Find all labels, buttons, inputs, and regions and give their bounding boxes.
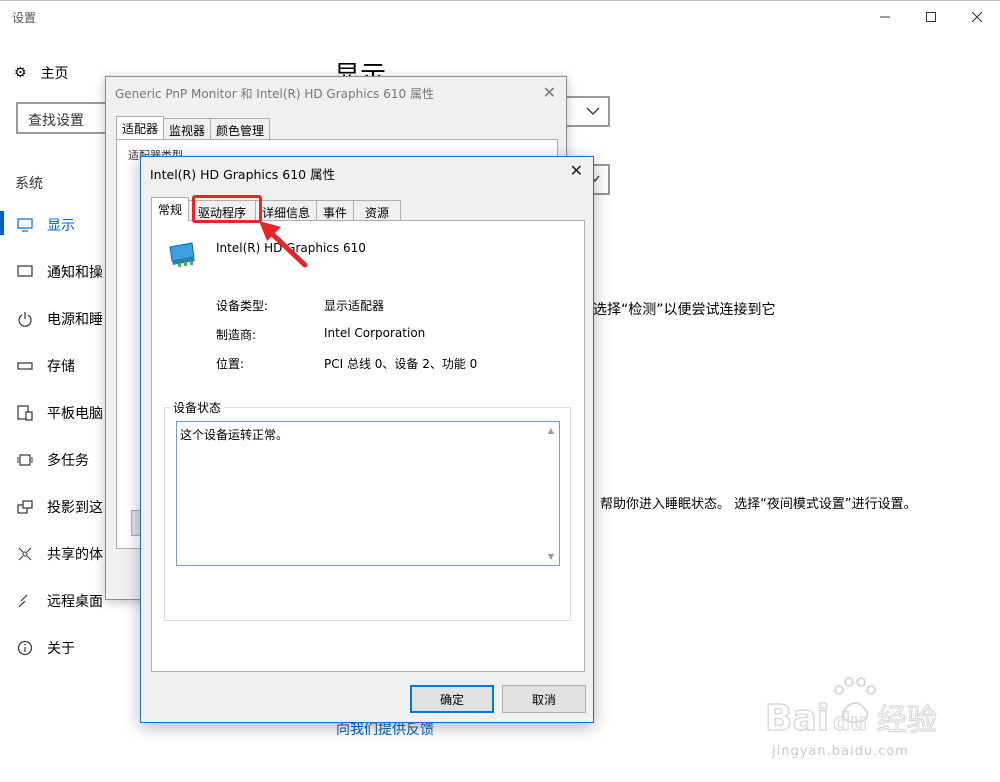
device-status-label: 设备状态 (170, 399, 225, 416)
sidebar-item-share[interactable]: 共享的体 (0, 530, 120, 577)
tablet-icon (15, 403, 35, 423)
sidebar-item-about[interactable]: 关于 (0, 624, 120, 671)
section-label: 系统 (15, 176, 43, 192)
notification-icon (15, 262, 35, 282)
multitask-icon (15, 450, 35, 470)
display-dropdown[interactable] (560, 96, 610, 127)
dialog-title: Generic PnP Monitor 和 Intel(R) HD Graphi… (115, 87, 434, 101)
prop-label-manufacturer: 制造商: (216, 328, 257, 342)
sidebar-item-project[interactable]: 投影到这 (0, 483, 120, 530)
prop-value-location: PCI 总线 0、设备 2、功能 0 (324, 357, 478, 371)
tab-adapter[interactable]: 适配器 (116, 116, 165, 139)
close-icon[interactable]: ✕ (570, 161, 583, 180)
window-controls (862, 1, 1000, 33)
tab-monitor[interactable]: 监视器 (163, 118, 212, 139)
tab-bar: 适配器 监视器 颜色管理 (116, 116, 271, 139)
power-icon (15, 309, 35, 329)
display-adapter-icon (168, 239, 198, 269)
tab-resources[interactable]: 资源 (353, 200, 402, 221)
monitor-icon (15, 215, 35, 235)
sidebar-item-multitask[interactable]: 多任务 (0, 436, 120, 483)
sidebar-item-notifications[interactable]: 通知和操 (0, 248, 120, 295)
prop-label-type: 设备类型: (216, 299, 269, 313)
sidebar-item-power[interactable]: 电源和睡 (0, 295, 120, 342)
project-icon (15, 497, 35, 517)
tab-general[interactable]: 常规 (151, 197, 190, 221)
watermark-brand: Bai (765, 698, 829, 739)
baidu-watermark-logo: Bai du 经验 (765, 677, 938, 740)
tab-color-management[interactable]: 颜色管理 (210, 118, 271, 139)
remote-icon (15, 591, 35, 611)
night-mode-text: 帮助你进入睡眠状态。 选择“夜间模式设置”进行设置。 (600, 497, 917, 512)
gear-icon: ⚙ (14, 65, 27, 81)
sidebar-item-storage[interactable]: 存储 (0, 342, 120, 389)
device-status-textbox[interactable]: 这个设备运转正常。 ▲ ▼ (176, 421, 560, 566)
cancel-button[interactable]: 取消 (502, 685, 586, 713)
sidebar-item-tablet[interactable]: 平板电脑 (0, 389, 120, 436)
info-icon (15, 638, 35, 658)
sidebar-nav: 显示 通知和操 电源和睡 存储 平板电脑 多任务 投影到这 共享的体 远程桌面 … (0, 201, 120, 671)
window-title: 设置 (12, 11, 37, 25)
home-label: 主页 (40, 66, 69, 82)
maximize-button[interactable] (908, 1, 954, 33)
chevron-down-icon (586, 104, 600, 119)
ok-button[interactable]: 确定 (410, 685, 494, 713)
watermark-url: jingyan.baidu.com (772, 744, 909, 759)
share-icon (15, 544, 35, 564)
sidebar-item-remote[interactable]: 远程桌面 (0, 577, 120, 624)
prop-label-location: 位置: (216, 357, 245, 371)
prop-value-manufacturer: Intel Corporation (324, 326, 426, 340)
minimize-button[interactable] (862, 1, 908, 33)
sidebar-item-display[interactable]: 显示 (0, 201, 120, 248)
detect-hint-text: 选择“检测”以便尝试连接到它 (593, 302, 776, 318)
device-status-text: 这个设备运转正常。 (180, 428, 289, 442)
home-link[interactable]: ⚙ 主页 (14, 63, 69, 83)
red-arrow-icon (259, 221, 308, 268)
storage-icon (15, 356, 35, 376)
close-button[interactable] (954, 1, 1000, 33)
scroll-up-icon[interactable]: ▲ (548, 426, 554, 435)
close-icon (972, 12, 982, 22)
minimize-icon (880, 16, 890, 18)
watermark-brand-cn: 经验 (877, 703, 937, 738)
watermark-brand-paw: du (833, 708, 867, 736)
maximize-icon (926, 12, 936, 22)
scroll-down-icon[interactable]: ▼ (548, 552, 554, 561)
tab-events[interactable]: 事件 (316, 200, 355, 221)
prop-value-type: 显示适配器 (324, 299, 385, 313)
graphics-properties-dialog: Intel(R) HD Graphics 610 属性 ✕ 常规 驱动程序 详细… (140, 156, 594, 723)
driver-tab-highlight (192, 195, 262, 223)
dialog-title: Intel(R) HD Graphics 610 属性 (150, 167, 336, 182)
close-icon[interactable]: ✕ (543, 83, 556, 102)
